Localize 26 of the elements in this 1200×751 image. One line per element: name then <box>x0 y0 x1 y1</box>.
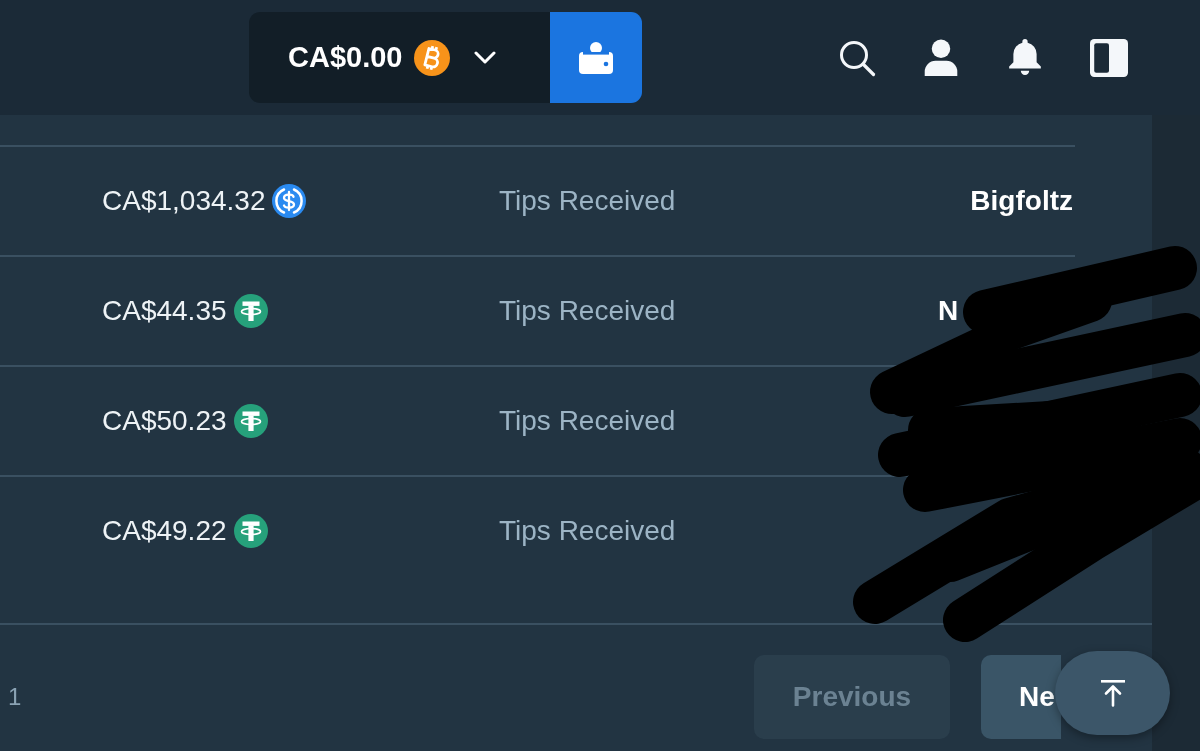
sidebar-toggle-icon[interactable] <box>1090 38 1128 77</box>
chevron-down-icon <box>474 50 497 65</box>
transaction-type: Tips Received <box>499 185 676 217</box>
tether-coin-icon <box>233 404 268 438</box>
balance-dropdown[interactable]: CA$0.00 <box>249 12 550 103</box>
bitcoin-icon <box>414 39 451 76</box>
dollar-coin-icon <box>272 184 307 218</box>
tether-coin-icon <box>233 514 268 548</box>
next-button[interactable]: Ne <box>981 655 1061 739</box>
transaction-type: Tips Received <box>499 295 676 327</box>
amount-text: CA$1,034.32 <box>102 185 266 217</box>
user-icon[interactable] <box>922 38 960 77</box>
user-name: N <box>938 295 959 327</box>
wallet-icon <box>578 41 614 74</box>
amount-text: CA$49.22 <box>102 515 227 547</box>
page-number: 1 <box>8 682 22 712</box>
search-icon[interactable] <box>838 38 876 77</box>
amount-text: CA$44.35 <box>102 295 227 327</box>
transaction-type: Tips Received <box>499 515 676 547</box>
amount-text: CA$50.23 <box>102 405 227 437</box>
arrow-up-icon <box>1099 679 1126 707</box>
user-name: Bigfoltz <box>970 185 1073 217</box>
tether-coin-icon <box>233 294 268 328</box>
wallet-button[interactable] <box>550 12 642 103</box>
bell-icon[interactable] <box>1006 38 1044 77</box>
transaction-type: Tips Received <box>499 405 676 437</box>
